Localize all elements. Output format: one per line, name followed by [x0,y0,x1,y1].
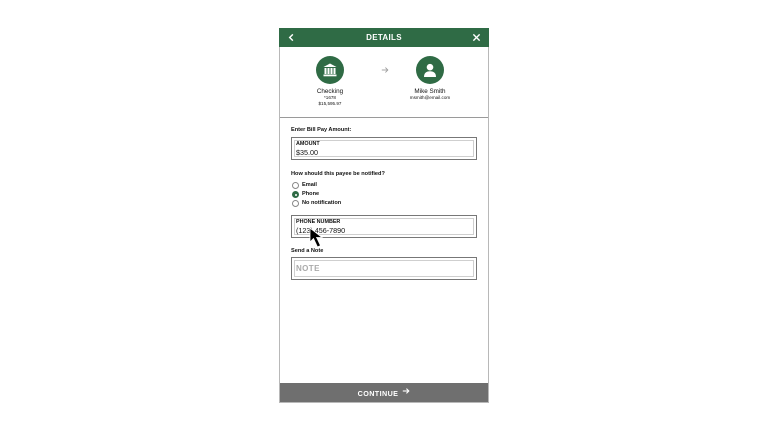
radio-phone[interactable] [292,191,299,198]
amount-label: AMOUNT [296,141,320,147]
amount-prompt: Enter Bill Pay Amount: [291,127,352,133]
from-account: Checking *1678 $15,595.97 [290,56,370,107]
continue-label: CONTINUE [357,389,399,398]
close-icon[interactable] [472,33,481,42]
radio-email[interactable] [292,182,299,189]
amount-value[interactable]: $35.00 [296,148,318,157]
payee-name: Mike Smith [414,88,446,95]
page-title: DETAILS [366,33,402,42]
phone-number-label: PHONE NUMBER [296,219,341,225]
arrow-right-icon [381,67,389,73]
payee-avatar [416,56,444,84]
header-bar: DETAILS [279,28,489,47]
notify-option-label: Phone [302,190,320,197]
note-field[interactable]: NOTE [291,257,477,280]
person-icon [424,63,436,77]
continue-button[interactable]: CONTINUE [280,383,488,402]
bank-icon [323,63,337,77]
transfer-summary: Checking *1678 $15,595.97 Mike Smith msm… [280,47,488,118]
account-name: Checking [316,88,344,95]
account-avatar [316,56,344,84]
payee-email: msmith@email.com [409,95,451,100]
notify-option-label: Email [302,181,317,188]
payee: Mike Smith msmith@email.com [390,56,470,101]
account-balance: $15,595.97 [318,101,342,106]
radio-none[interactable] [292,200,299,207]
arrow-right-icon [403,387,410,394]
amount-field[interactable]: AMOUNT $35.00 [291,137,477,160]
phone-frame: DETAILS Checking *1678 $15,595.97 Mike S… [279,28,489,403]
notify-option-label: No notification [302,199,342,206]
note-placeholder[interactable]: NOTE [296,264,320,273]
mouse-pointer-icon [309,227,324,248]
notify-prompt: How should this payee be notified? [291,171,385,177]
